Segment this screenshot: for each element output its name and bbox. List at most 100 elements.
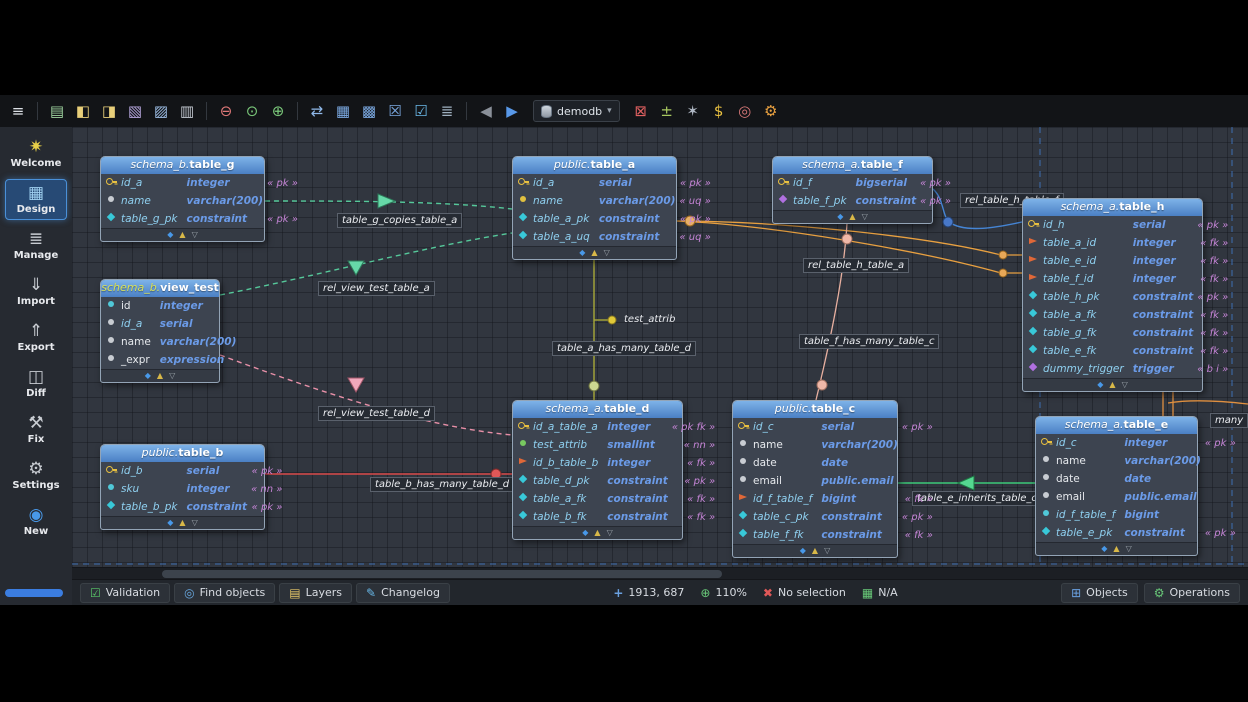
table-row-table_a_fk[interactable]: table_a_fkconstraint« fk » bbox=[1023, 306, 1234, 324]
table-row-id_a[interactable]: id_ainteger« pk » bbox=[101, 174, 304, 192]
donate-button[interactable]: $ bbox=[707, 99, 731, 123]
table-row-table_g_fk[interactable]: table_g_fkconstraint« fk » bbox=[1023, 324, 1234, 342]
table-row-table_f_fk[interactable]: table_f_fkconstraint« fk » bbox=[733, 526, 939, 544]
sidebar-item-welcome[interactable]: ✷Welcome bbox=[5, 133, 67, 174]
compact-view-button[interactable]: ≣ bbox=[435, 99, 459, 123]
table-card-table_a[interactable]: public.table_aid_aserial« pk »namevarcha… bbox=[512, 156, 677, 260]
relationship-label[interactable]: rel_table_h_table_a bbox=[803, 258, 909, 273]
sidebar-item-manage[interactable]: ≣Manage bbox=[5, 225, 67, 266]
table-row-id_b[interactable]: id_bserial« pk » bbox=[101, 462, 288, 480]
sidebar-item-settings[interactable]: ⚙Settings bbox=[5, 455, 67, 496]
table-header[interactable]: schema_b.table_g bbox=[101, 157, 264, 174]
table-row-id_c[interactable]: id_cserial« pk » bbox=[733, 418, 939, 436]
objects-button[interactable]: ⊞Objects bbox=[1061, 583, 1138, 603]
table-row-table_c_pk[interactable]: table_c_pkconstraint« pk » bbox=[733, 508, 939, 526]
table-header[interactable]: schema_a.table_e bbox=[1036, 417, 1197, 434]
zoom-in-button[interactable]: ⊕ bbox=[266, 99, 290, 123]
relationship-label[interactable]: rel_view_test_table_d bbox=[318, 406, 435, 421]
table-row-sku[interactable]: skuinteger« nn » bbox=[101, 480, 288, 498]
support-button[interactable]: ◎ bbox=[733, 99, 757, 123]
relationship-label[interactable]: table_a_has_many_table_d bbox=[552, 341, 696, 356]
table-row-name[interactable]: namevarchar(200) bbox=[101, 192, 304, 210]
table-row-dummy_trigger[interactable]: dummy_triggertrigger« b i » bbox=[1023, 360, 1234, 378]
table-header[interactable]: public.table_c bbox=[733, 401, 897, 418]
table-row-table_h_pk[interactable]: table_h_pkconstraint« pk » bbox=[1023, 288, 1234, 306]
sidebar-scroll-indicator[interactable] bbox=[5, 589, 63, 597]
model-fix-button[interactable]: ✶ bbox=[681, 99, 705, 123]
swap-objects-button[interactable]: ⇄ bbox=[305, 99, 329, 123]
table-card-table_d[interactable]: schema_a.table_did_a_table_ainteger« pk … bbox=[512, 400, 683, 540]
table-row-name[interactable]: namevarchar(200)« uq » bbox=[513, 192, 717, 210]
print-model-button[interactable]: ▥ bbox=[175, 99, 199, 123]
relationship-label[interactable]: rel_view_test_table_a bbox=[318, 281, 435, 296]
table-row-id_a[interactable]: id_aserial« pk » bbox=[513, 174, 717, 192]
table-row-table_a_uq[interactable]: table_a_uqconstraint« uq » bbox=[513, 228, 717, 246]
statusbar-tab-layers[interactable]: ▤Layers bbox=[279, 583, 352, 603]
table-row-date[interactable]: datedate bbox=[1036, 470, 1242, 488]
scrollbar-thumb[interactable] bbox=[162, 570, 722, 578]
sidebar-item-new[interactable]: ◉New bbox=[5, 501, 67, 542]
table-row-email[interactable]: emailpublic.email bbox=[733, 472, 939, 490]
sidebar-item-diff[interactable]: ◫Diff bbox=[5, 363, 67, 404]
relationship-label[interactable]: table_f_has_many_table_c bbox=[799, 334, 939, 349]
table-row-table_f_pk[interactable]: table_f_pkconstraint« pk » bbox=[773, 192, 957, 210]
zoom-out-button[interactable]: ⊖ bbox=[214, 99, 238, 123]
statusbar-tab-changelog[interactable]: ✎Changelog bbox=[356, 583, 450, 603]
table-row-id[interactable]: idinteger bbox=[101, 297, 246, 315]
table-row-name[interactable]: namevarchar(200) bbox=[733, 436, 939, 454]
table-header[interactable]: schema_a.table_f bbox=[773, 157, 932, 174]
zoom-normal-button[interactable]: ⊙ bbox=[240, 99, 264, 123]
main-menu-button[interactable]: ≡ bbox=[6, 99, 30, 123]
operations-button[interactable]: ⚙Operations bbox=[1144, 583, 1240, 603]
table-card-table_e[interactable]: schema_a.table_eid_cinteger« pk »namevar… bbox=[1035, 416, 1198, 556]
sidebar-item-export[interactable]: ⇑Export bbox=[5, 317, 67, 358]
design-canvas[interactable]: schema_b.table_gid_ainteger« pk »namevar… bbox=[72, 127, 1248, 567]
table-header[interactable]: public.table_a bbox=[513, 157, 676, 174]
table-row-table_e_id[interactable]: table_e_idinteger« fk » bbox=[1023, 252, 1234, 270]
table-row-table_e_pk[interactable]: table_e_pkconstraint« pk » bbox=[1036, 524, 1242, 542]
table-header[interactable]: schema_a.table_h bbox=[1023, 199, 1202, 216]
table-row-id_b_table_b[interactable]: id_b_table_binteger« fk » bbox=[513, 454, 721, 472]
relationship-table_a-has-many-table_d[interactable] bbox=[589, 259, 616, 400]
table-card-table_f[interactable]: schema_a.table_fid_fbigserial« pk »table… bbox=[772, 156, 933, 224]
table-header[interactable]: schema_b.view_test bbox=[101, 280, 219, 297]
table-row-id_f[interactable]: id_fbigserial« pk » bbox=[773, 174, 957, 192]
table-card-table_b[interactable]: public.table_bid_bserial« pk »skuinteger… bbox=[100, 444, 265, 530]
table-row-test_attrib[interactable]: test_attribsmallint« nn » bbox=[513, 436, 721, 454]
table-row-id_c[interactable]: id_cinteger« pk » bbox=[1036, 434, 1242, 452]
statusbar-tab-find-objects[interactable]: ◎Find objects bbox=[174, 583, 275, 603]
save-model-button[interactable]: ◧ bbox=[71, 99, 95, 123]
relationship-label[interactable]: test_attrib bbox=[620, 313, 679, 326]
relationship-label[interactable]: table_g_copies_table_a bbox=[337, 213, 462, 228]
table-row-table_e_fk[interactable]: table_e_fkconstraint« fk » bbox=[1023, 342, 1234, 360]
relationship-view_test-table_d[interactable] bbox=[220, 355, 512, 435]
table-row-id_f_table_f[interactable]: id_f_table_fbigint bbox=[1036, 506, 1242, 524]
table-row-table_b_fk[interactable]: table_b_fkconstraint« fk » bbox=[513, 508, 721, 526]
relationship-label[interactable]: many bbox=[1210, 413, 1248, 428]
table-row-table_g_pk[interactable]: table_g_pkconstraint« pk » bbox=[101, 210, 304, 228]
table-row-id_a_table_a[interactable]: id_a_table_ainteger« pk fk » bbox=[513, 418, 721, 436]
table-row-name[interactable]: namevarchar(200) bbox=[1036, 452, 1242, 470]
table-row-name[interactable]: namevarchar(200) bbox=[101, 333, 246, 351]
nav-back-button[interactable]: ◀ bbox=[474, 99, 498, 123]
table-row-table_b_pk[interactable]: table_b_pkconstraint« pk » bbox=[101, 498, 288, 516]
table-row-table_f_id[interactable]: table_f_idinteger« fk » bbox=[1023, 270, 1234, 288]
model-diff-button[interactable]: ± bbox=[655, 99, 679, 123]
export-model-button[interactable]: ▧ bbox=[123, 99, 147, 123]
table-row-id_a[interactable]: id_aserial bbox=[101, 315, 246, 333]
table-header[interactable]: public.table_b bbox=[101, 445, 264, 462]
table-row-email[interactable]: emailpublic.email bbox=[1036, 488, 1242, 506]
sidebar-item-design[interactable]: ▦Design bbox=[5, 179, 67, 220]
save-model-as-button[interactable]: ◨ bbox=[97, 99, 121, 123]
table-card-table_c[interactable]: public.table_cid_cserial« pk »namevarcha… bbox=[732, 400, 898, 558]
horizontal-scrollbar[interactable] bbox=[72, 567, 1248, 579]
table-card-table_h[interactable]: schema_a.table_hid_hserial« pk »table_a_… bbox=[1022, 198, 1203, 392]
relationship-label[interactable]: table_b_has_many_table_d bbox=[370, 477, 514, 492]
table-row-table_a_pk[interactable]: table_a_pkconstraint« pk » bbox=[513, 210, 717, 228]
plugins-button[interactable]: ⚙ bbox=[759, 99, 783, 123]
close-model-button[interactable]: ⊠ bbox=[629, 99, 653, 123]
grid-view-button[interactable]: ▦ bbox=[331, 99, 355, 123]
table-row-id_f_table_f[interactable]: id_f_table_fbigint« fk » bbox=[733, 490, 939, 508]
table-header[interactable]: schema_a.table_d bbox=[513, 401, 682, 418]
new-model-button[interactable]: ▤ bbox=[45, 99, 69, 123]
